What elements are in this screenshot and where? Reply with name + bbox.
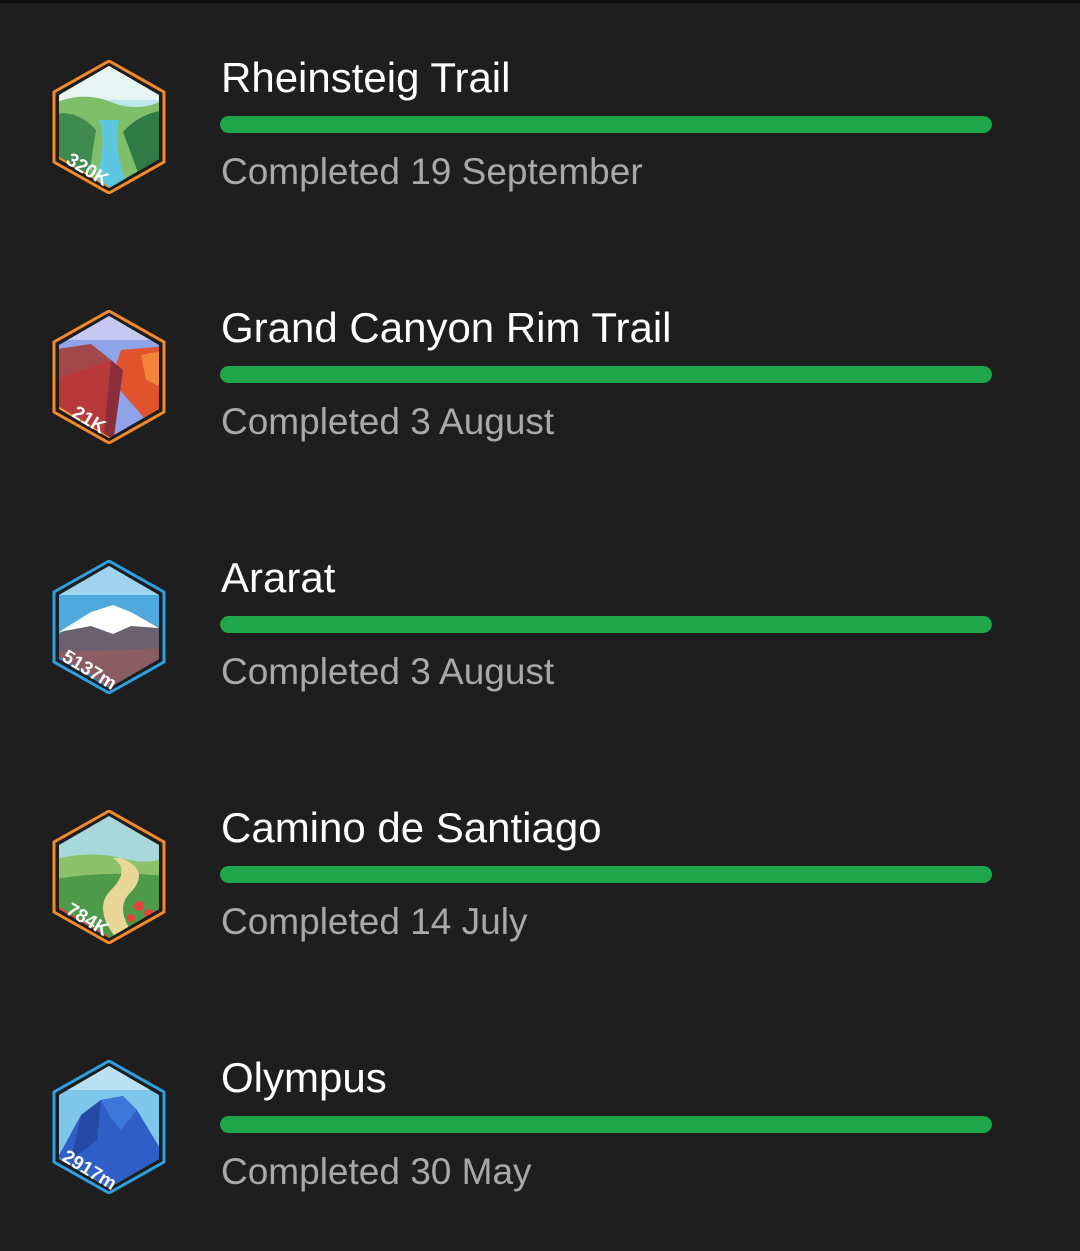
- completion-status: Completed 14 July: [221, 901, 528, 942]
- progress-bar: [220, 866, 992, 883]
- progress-bar: [220, 116, 992, 133]
- completion-status: Completed 3 August: [221, 651, 555, 692]
- progress-bar: [220, 616, 992, 633]
- challenge-title: Rheinsteig Trail: [221, 54, 511, 101]
- countryside-path-icon: 784K: [51, 810, 167, 944]
- river-valley-icon: 320K: [51, 60, 167, 194]
- progress-bar: [220, 366, 992, 383]
- progress-fill: [220, 866, 992, 883]
- challenge-title: Ararat: [221, 554, 336, 601]
- progress-fill: [220, 616, 992, 633]
- progress-fill: [220, 366, 992, 383]
- canyon-icon: 21K: [51, 310, 167, 444]
- completion-status: Completed 19 September: [221, 151, 643, 192]
- challenge-item[interactable]: 784K Camino de Santiago Completed 14 Jul…: [0, 750, 1080, 1000]
- challenge-title: Camino de Santiago: [221, 804, 602, 851]
- progress-fill: [220, 1116, 992, 1133]
- blue-mountain-icon: 2917m: [51, 1060, 167, 1194]
- challenge-title: Grand Canyon Rim Trail: [221, 304, 672, 351]
- progress-fill: [220, 116, 992, 133]
- completion-status: Completed 3 August: [221, 401, 555, 442]
- challenge-item[interactable]: 320K Rheinsteig Trail Completed 19 Septe…: [0, 0, 1080, 250]
- progress-bar: [220, 1116, 992, 1133]
- completion-status: Completed 30 May: [221, 1151, 532, 1192]
- challenge-item[interactable]: 5137m Ararat Completed 3 August: [0, 500, 1080, 750]
- challenge-item[interactable]: 21K Grand Canyon Rim Trail Completed 3 A…: [0, 250, 1080, 500]
- challenge-item[interactable]: 2917m Olympus Completed 30 May: [0, 1000, 1080, 1250]
- snowy-mountain-icon: 5137m: [51, 560, 167, 694]
- challenge-title: Olympus: [221, 1054, 387, 1101]
